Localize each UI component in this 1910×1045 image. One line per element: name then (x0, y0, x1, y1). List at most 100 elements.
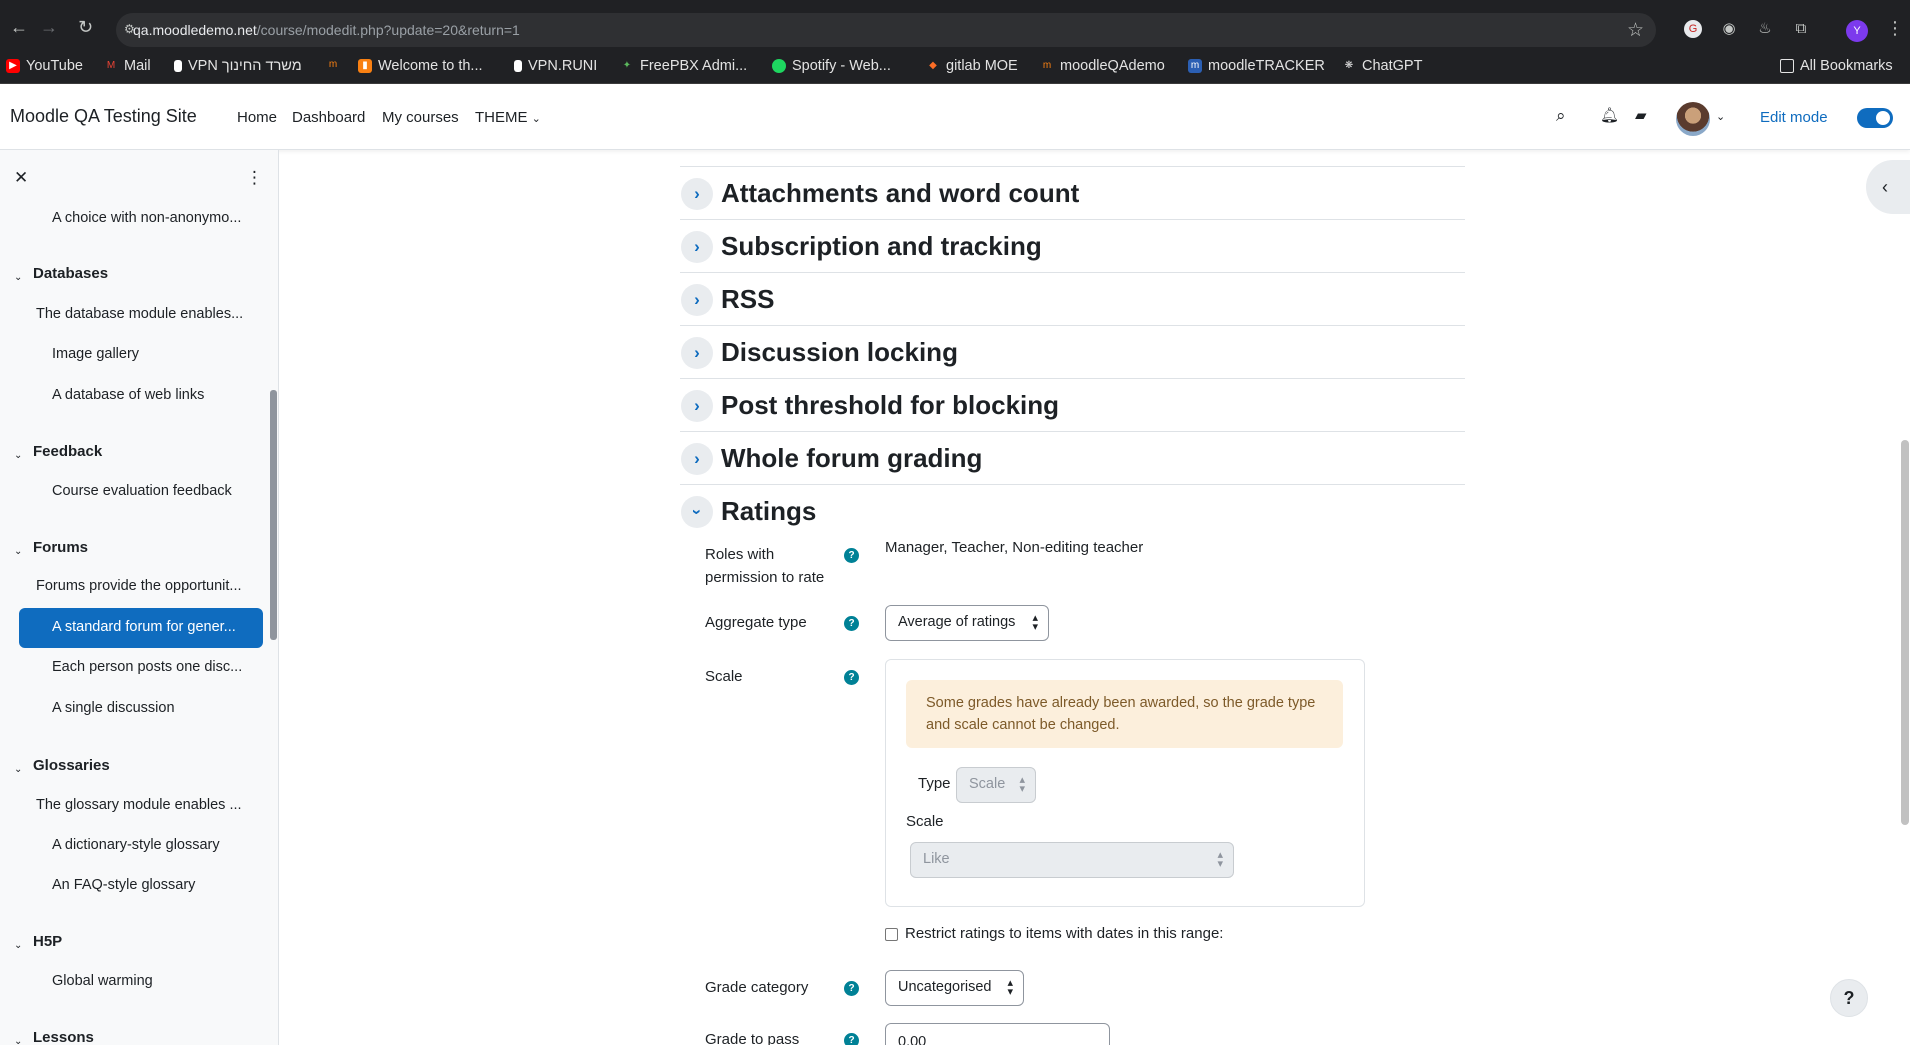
section-partial (680, 113, 1465, 167)
chevron-down-icon[interactable]: ⌄ (14, 546, 22, 557)
section-title: Whole forum grading (721, 443, 983, 473)
type-select[interactable]: Scale ▴ ▾ (956, 767, 1036, 803)
drawer-item[interactable]: A database of web links (52, 387, 252, 403)
help-icon[interactable]: ? (844, 548, 859, 563)
user-menu-chevron-icon[interactable]: ⌄ (1716, 110, 1725, 123)
bookmark-mail[interactable]: M Mail (104, 58, 151, 74)
open-block-drawer-button[interactable]: ‹ (1866, 160, 1910, 214)
bookmark-gitlab[interactable]: ◆ gitlab MOE (926, 58, 1018, 74)
drawer-section-glossaries[interactable]: Glossaries (33, 757, 110, 774)
bookmark-youtube[interactable]: ▶ YouTube (6, 58, 83, 74)
extensions-puzzle-icon[interactable]: ⧉ (1792, 20, 1810, 38)
bookmark-moodletracker[interactable]: m moodleTRACKER (1188, 58, 1325, 74)
browser-menu-icon[interactable]: ⋮ (1886, 18, 1904, 39)
nav-dashboard[interactable]: Dashboard (292, 109, 365, 126)
section-subscription[interactable]: › Subscription and tracking (680, 220, 1465, 273)
bookmark-star-icon[interactable]: ☆ (1627, 19, 1644, 42)
chevron-down-icon[interactable]: ⌄ (14, 272, 22, 283)
chevron-down-icon[interactable]: › (681, 496, 713, 528)
chevron-right-icon[interactable]: › (681, 284, 713, 316)
bookmark-chatgpt[interactable]: ❋ ChatGPT (1342, 58, 1423, 74)
drawer-item[interactable]: Course evaluation feedback (52, 483, 252, 499)
chevron-right-icon[interactable]: › (681, 443, 713, 475)
section-rss[interactable]: › RSS (680, 273, 1465, 326)
help-icon[interactable]: ? (844, 670, 859, 685)
grade-pass-label: Grade to pass (705, 1031, 800, 1045)
nav-my-courses[interactable]: My courses (382, 109, 459, 126)
chevron-down-icon[interactable]: ⌄ (14, 764, 22, 775)
all-bookmarks[interactable]: All Bookmarks (1780, 58, 1893, 74)
chevron-right-icon[interactable]: › (681, 178, 713, 210)
drawer-item[interactable]: The glossary module enables ... (36, 797, 256, 813)
messages-icon[interactable]: ▰ (1635, 106, 1647, 124)
drawer-section-databases[interactable]: Databases (33, 265, 108, 282)
bookmark-welcome[interactable]: ▮ Welcome to th... (358, 58, 483, 74)
nav-home[interactable]: Home (237, 109, 277, 126)
warning-alert: Some grades have already been awarded, s… (906, 680, 1343, 748)
bookmark-vpn-runi[interactable]: VPN.RUNI (514, 58, 597, 74)
chevron-down-icon[interactable]: ⌄ (14, 1036, 22, 1045)
help-icon[interactable]: ? (844, 616, 859, 631)
profile-icon[interactable]: Y (1846, 20, 1868, 42)
help-icon[interactable]: ? (844, 981, 859, 996)
chevron-down-icon[interactable]: ⌄ (14, 450, 22, 461)
drawer-section-lessons[interactable]: Lessons (33, 1029, 94, 1045)
drawer-item-choice[interactable]: A choice with non-anonymo... (52, 210, 252, 226)
section-ratings[interactable]: › Ratings (680, 485, 1465, 538)
extension-icon-3[interactable]: ♨ (1756, 20, 1774, 38)
back-icon[interactable]: ← (10, 18, 28, 36)
chevron-down-icon: ⌄ (531, 113, 541, 125)
search-icon[interactable]: ⌕ (1556, 106, 1566, 126)
drawer-item[interactable]: A dictionary-style glossary (52, 837, 252, 853)
drawer-item[interactable]: An FAQ-style glossary (52, 877, 252, 893)
close-icon[interactable]: ✕ (14, 168, 28, 188)
drawer-scrollbar[interactable] (270, 390, 277, 640)
drawer-menu-icon[interactable]: ⋮ (246, 168, 263, 188)
bookmark-freepbx[interactable]: ✦ FreePBX Admi... (620, 58, 747, 74)
chevron-right-icon[interactable]: › (681, 337, 713, 369)
edit-mode-label: Edit mode (1760, 109, 1828, 126)
drawer-item[interactable]: A single discussion (52, 700, 252, 716)
help-button[interactable]: ? (1830, 979, 1868, 1017)
chevron-right-icon[interactable]: › (681, 231, 713, 263)
help-icon[interactable]: ? (844, 1033, 859, 1045)
drawer-section-h5p[interactable]: H5P (33, 933, 62, 950)
restrict-ratings-label[interactable]: Restrict ratings to items with dates in … (905, 922, 1223, 945)
section-post-threshold[interactable]: › Post threshold for blocking (680, 379, 1465, 432)
drawer-section-forums[interactable]: Forums (33, 539, 88, 556)
drawer-item[interactable]: Global warming (52, 973, 252, 989)
notification-bell-icon[interactable]: 🔔︎ (1600, 106, 1619, 124)
bookmark-spotify[interactable]: Spotify - Web... (772, 58, 891, 74)
grade-category-select[interactable]: Uncategorised ▴ ▾ (885, 970, 1024, 1006)
drawer-item[interactable]: Forums provide the opportunit... (36, 578, 256, 594)
chevron-right-icon[interactable]: › (681, 390, 713, 422)
scale-select[interactable]: Like ▴ ▾ (910, 842, 1234, 878)
restrict-ratings-checkbox[interactable] (885, 928, 898, 941)
extension-icon-2[interactable]: ◉ (1720, 20, 1738, 38)
drawer-item[interactable]: The database module enables... (36, 306, 256, 322)
edit-mode-toggle[interactable] (1857, 108, 1893, 128)
address-bar[interactable]: ⚙ qa.moodledemo.net/course/modedit.php?u… (116, 13, 1656, 47)
site-name[interactable]: Moodle QA Testing Site (10, 106, 197, 127)
forward-icon[interactable]: → (40, 18, 58, 36)
drawer-section-feedback[interactable]: Feedback (33, 443, 102, 460)
bookmark-moodleqademo[interactable]: m moodleQAdemo (1040, 58, 1165, 74)
nav-theme[interactable]: THEME ⌄ (475, 109, 541, 126)
drawer-item-active[interactable]: A standard forum for gener... (19, 608, 263, 648)
section-discussion-locking[interactable]: › Discussion locking (680, 326, 1465, 379)
scale-label: Scale (705, 668, 743, 685)
aggregate-select[interactable]: Average of ratings ▴ ▾ (885, 605, 1049, 641)
grade-pass-input[interactable]: 0.00 (885, 1023, 1110, 1045)
drawer-item[interactable]: Image gallery (52, 346, 252, 362)
chevron-down-icon[interactable]: ⌄ (14, 940, 22, 951)
section-attachments[interactable]: › Attachments and word count (680, 167, 1465, 220)
bookmark-vpn-moe[interactable]: VPN משרד החינוך (174, 58, 302, 74)
user-avatar[interactable] (1676, 102, 1710, 136)
bookmark-moodle-in[interactable]: m (326, 58, 340, 72)
type-select-value: Scale (969, 776, 1006, 792)
page-scrollbar[interactable] (1901, 440, 1909, 825)
reload-icon[interactable]: ↻ (78, 18, 93, 36)
extension-icon[interactable]: G (1684, 20, 1702, 38)
section-whole-forum-grading[interactable]: › Whole forum grading (680, 432, 1465, 485)
drawer-item[interactable]: Each person posts one disc... (52, 659, 252, 675)
